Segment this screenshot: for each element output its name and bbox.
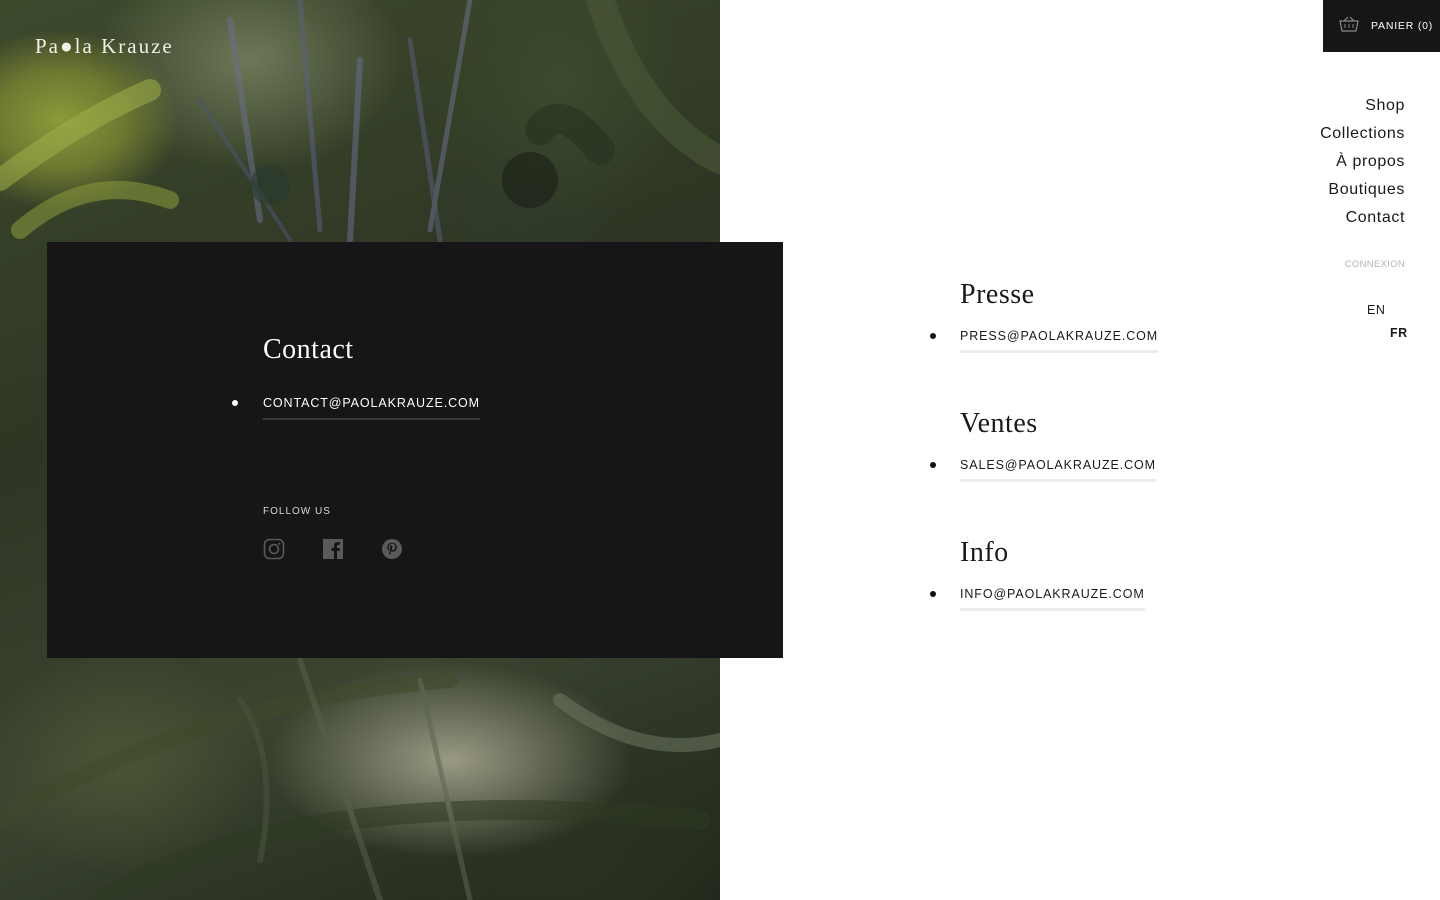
info-section: Info INFO@PAOLAKRAUZE.COM — [930, 537, 1145, 611]
sales-title: Ventes — [960, 408, 1038, 439]
sales-row: SALES@PAOLAKRAUZE.COM — [930, 458, 1156, 482]
bullet-dot — [930, 333, 936, 339]
cart-label: PANIER (0) — [1371, 20, 1434, 32]
info-row: INFO@PAOLAKRAUZE.COM — [930, 587, 1145, 611]
press-title: Presse — [960, 279, 1035, 310]
social-links — [263, 538, 403, 560]
bullet-dot — [930, 591, 936, 597]
bullet-dot — [232, 400, 238, 406]
contact-title: Contact — [263, 334, 354, 365]
info-title: Info — [960, 537, 1009, 568]
brand-logo[interactable]: Pa●la Krauze — [35, 34, 174, 59]
press-email-link[interactable]: PRESS@PAOLAKRAUZE.COM — [960, 329, 1159, 353]
press-row: PRESS@PAOLAKRAUZE.COM — [930, 329, 1159, 353]
nav-item-boutiques[interactable]: Boutiques — [1320, 176, 1405, 204]
main-nav: Shop Collections À propos Boutiques Cont… — [1320, 92, 1405, 232]
follow-us-label: FOLLOW US — [263, 506, 331, 517]
basket-icon — [1339, 16, 1359, 37]
nav-item-collections[interactable]: Collections — [1320, 120, 1405, 148]
nav-item-about[interactable]: À propos — [1320, 148, 1405, 176]
sales-email-link[interactable]: SALES@PAOLAKRAUZE.COM — [960, 458, 1156, 482]
facebook-icon[interactable] — [322, 538, 344, 560]
bullet-dot — [930, 462, 936, 468]
lang-en-link[interactable]: EN — [1367, 303, 1385, 317]
contact-card: Contact CONTACT@PAOLAKRAUZE.COM FOLLOW U… — [47, 242, 783, 658]
nav-item-contact[interactable]: Contact — [1320, 204, 1405, 232]
contact-page: Pa●la Krauze Contact CONTACT@PAOLAKRAUZE… — [0, 0, 1440, 900]
login-link[interactable]: CONNEXION — [1345, 259, 1405, 270]
contact-email-link[interactable]: CONTACT@PAOLAKRAUZE.COM — [263, 396, 480, 420]
instagram-icon[interactable] — [263, 538, 285, 560]
info-email-link[interactable]: INFO@PAOLAKRAUZE.COM — [960, 587, 1145, 611]
nav-item-shop[interactable]: Shop — [1320, 92, 1405, 120]
sales-section: Ventes SALES@PAOLAKRAUZE.COM — [930, 408, 1156, 482]
pinterest-icon[interactable] — [381, 538, 403, 560]
press-section: Presse PRESS@PAOLAKRAUZE.COM — [930, 279, 1159, 353]
lang-fr-link[interactable]: FR — [1390, 326, 1408, 340]
cart-button[interactable]: PANIER (0) — [1323, 0, 1440, 52]
